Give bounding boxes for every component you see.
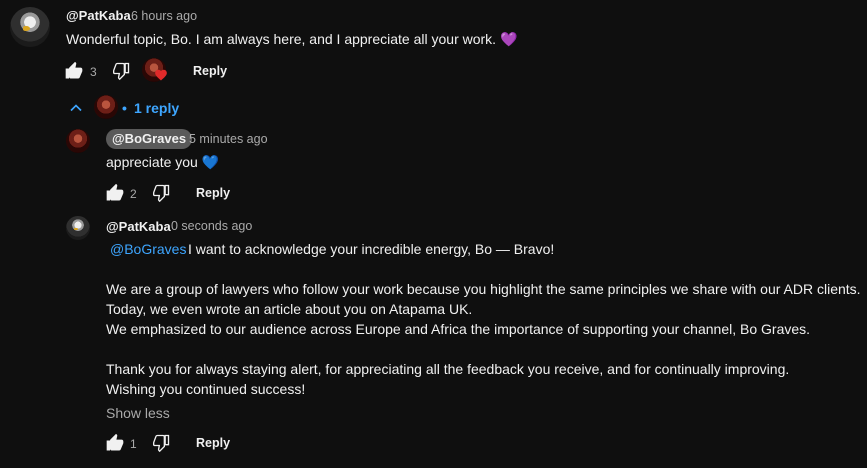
like-count: 3 xyxy=(90,65,97,79)
reply-button[interactable]: Reply xyxy=(193,64,227,78)
reply-text: appreciate you 💙 xyxy=(106,154,220,170)
commenter-avatar[interactable] xyxy=(10,7,50,47)
creator-heart-icon xyxy=(154,68,168,82)
replies-count-link[interactable]: 1 reply xyxy=(134,100,179,116)
comment-author[interactable]: @PatKaba xyxy=(66,8,131,23)
reply-avatar[interactable] xyxy=(66,216,90,240)
reply-button[interactable]: Reply xyxy=(196,186,230,200)
like-count: 1 xyxy=(130,437,137,451)
thumbs-up-icon[interactable] xyxy=(105,433,125,453)
reply-text-line: We emphasized to our audience across Eur… xyxy=(106,321,811,337)
thumbs-down-icon[interactable] xyxy=(151,183,171,203)
thumbs-down-icon[interactable] xyxy=(151,433,171,453)
replies-toggle[interactable]: • 1 reply xyxy=(66,95,186,121)
reply-author[interactable]: @PatKaba xyxy=(106,219,171,234)
reply-text-line: Wishing you continued success! xyxy=(106,381,306,397)
reply-text-line: Thank you for always staying alert, for … xyxy=(106,361,790,377)
replies-separator: • xyxy=(122,100,127,116)
thumbs-up-icon[interactable] xyxy=(64,61,84,81)
chevron-up-icon xyxy=(66,98,86,118)
comment-text: Wonderful topic, Bo. I am always here, a… xyxy=(66,31,518,47)
reply-button[interactable]: Reply xyxy=(196,436,230,450)
show-less-button[interactable]: Show less xyxy=(106,405,170,421)
replier-avatar-small xyxy=(94,95,118,119)
thumbs-down-icon[interactable] xyxy=(111,61,131,81)
thumbs-up-icon[interactable] xyxy=(105,183,125,203)
creator-heart-badge[interactable] xyxy=(142,58,170,84)
mention-link[interactable]: @BoGraves xyxy=(110,241,186,257)
reply-timestamp[interactable]: 5 minutes ago xyxy=(189,132,268,146)
reply-author-badge[interactable]: @BoGraves xyxy=(106,129,193,149)
comment-timestamp[interactable]: 6 hours ago xyxy=(131,9,197,23)
reply-text-line: We are a group of lawyers who follow you… xyxy=(106,281,861,297)
reply-timestamp[interactable]: 0 seconds ago xyxy=(171,219,252,233)
reply-text-line: Today, we even wrote an article about yo… xyxy=(106,301,473,317)
reply-avatar[interactable] xyxy=(66,129,90,153)
reply-text-line: I want to acknowledge your incredible en… xyxy=(188,241,555,257)
like-count: 2 xyxy=(130,187,137,201)
